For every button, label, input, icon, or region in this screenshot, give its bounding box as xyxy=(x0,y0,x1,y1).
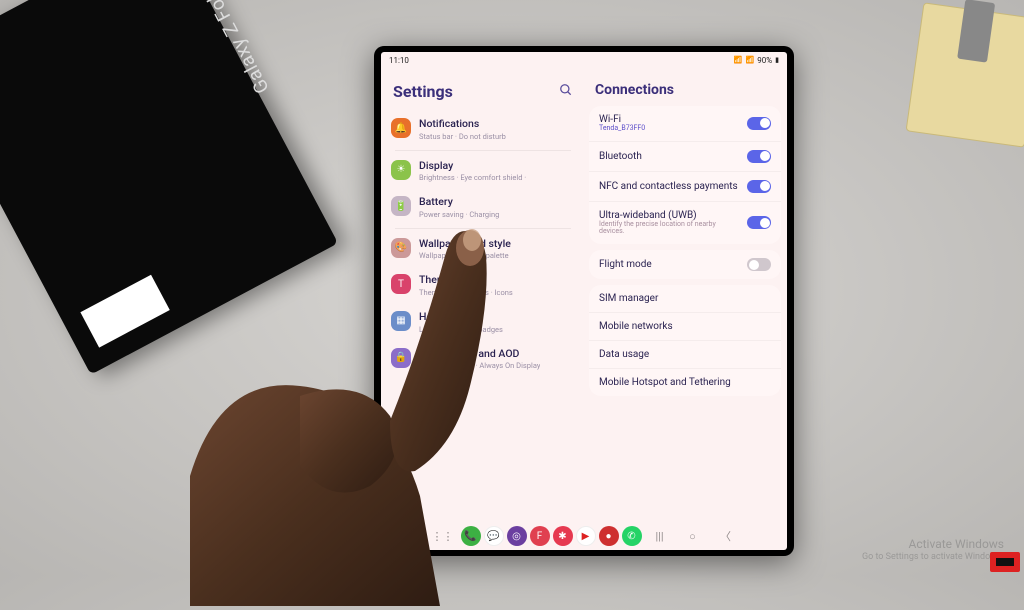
row-sub: Identify the precise location of nearby … xyxy=(599,221,739,236)
settings-pane: Settings 🔔 Notifications Status bar · Do… xyxy=(385,68,581,522)
rec-app-icon[interactable]: ● xyxy=(599,526,619,546)
settings-item-notifications[interactable]: 🔔 Notifications Status bar · Do not dist… xyxy=(385,111,581,148)
apps-drawer-icon[interactable]: ⋮⋮ xyxy=(428,530,458,543)
connections-card-3: SIM manager Mobile networks Data usage M… xyxy=(589,285,781,396)
status-time: 11:10 xyxy=(389,56,409,65)
item-title: Home screen xyxy=(419,311,503,324)
conn-bluetooth[interactable]: Bluetooth xyxy=(589,142,781,172)
wallpaper-icon: 🎨 xyxy=(391,238,411,258)
divider xyxy=(395,150,571,151)
connections-title: Connections xyxy=(587,68,783,106)
conn-data-usage[interactable]: Data usage xyxy=(589,341,781,369)
status-bar: 11:10 📶 📶 90% ▮ xyxy=(381,52,787,68)
youtube-app-icon[interactable]: ▶ xyxy=(576,526,596,546)
item-sub: Themes · Wallpapers · Icons xyxy=(419,288,513,297)
settings-item-homescreen[interactable]: ▦ Home screen Layout · App icon badges xyxy=(385,304,581,341)
messages-app-icon[interactable]: 💬 xyxy=(484,526,504,546)
conn-hotspot[interactable]: Mobile Hotspot and Tethering xyxy=(589,369,781,396)
recent-apps-button[interactable]: ||| xyxy=(645,530,675,543)
battery-icon: ▮ xyxy=(775,56,779,64)
whatsapp-app-icon[interactable]: ✆ xyxy=(622,526,642,546)
settings-item-battery[interactable]: 🔋 Battery Power saving · Charging xyxy=(385,189,581,226)
wooden-clamp xyxy=(906,2,1024,147)
battery-icon: 🔋 xyxy=(391,196,411,216)
conn-mobile-networks[interactable]: Mobile networks xyxy=(589,313,781,341)
item-title: Themes xyxy=(419,274,513,287)
back-button[interactable]: 〈 xyxy=(711,528,741,544)
home-icon: ▦ xyxy=(391,311,411,331)
row-sub: Tenda_B73FF0 xyxy=(599,125,739,133)
row-title: Bluetooth xyxy=(599,151,739,162)
themes-icon: T xyxy=(391,274,411,294)
settings-item-wallpaper[interactable]: 🎨 Wallpaper and style Wallpapers · Colou… xyxy=(385,231,581,268)
conn-sim[interactable]: SIM manager xyxy=(589,285,781,313)
product-box: Galaxy Z Fold6 xyxy=(0,0,338,375)
item-sub: Layout · App icon badges xyxy=(419,325,503,334)
connections-pane: Connections Wi-Fi Tenda_B73FF0 Bluetooth xyxy=(587,68,783,522)
connections-card-2: Flight mode xyxy=(589,250,781,279)
item-title: Battery xyxy=(419,196,499,209)
home-button[interactable]: ○ xyxy=(678,530,708,543)
watermark-line2: Go to Settings to activate Windows. xyxy=(862,552,1004,564)
watermark-line1: Activate Windows xyxy=(862,537,1004,553)
display-icon: ☀ xyxy=(391,160,411,180)
battery-text: 90% xyxy=(757,56,772,65)
item-sub: Status bar · Do not disturb xyxy=(419,132,506,141)
item-title: Wallpaper and style xyxy=(419,238,511,251)
wifi-toggle[interactable] xyxy=(747,117,771,130)
conn-flightmode[interactable]: Flight mode xyxy=(589,250,781,279)
row-title: NFC and contactless payments xyxy=(599,181,739,192)
wifi-icon: 📶 xyxy=(746,56,755,64)
row-title: SIM manager xyxy=(599,293,658,304)
item-sub: Brightness · Eye comfort shield · xyxy=(419,173,526,182)
uwb-toggle[interactable] xyxy=(747,216,771,229)
item-title: Display xyxy=(419,160,526,173)
item-sub: Wallpapers · Colour palette xyxy=(419,251,511,260)
conn-wifi[interactable]: Wi-Fi Tenda_B73FF0 xyxy=(589,106,781,142)
row-title: Flight mode xyxy=(599,259,739,270)
screen: 11:10 📶 📶 90% ▮ Settings 🔔 xyxy=(381,52,787,550)
nfc-toggle[interactable] xyxy=(747,180,771,193)
settings-item-themes[interactable]: T Themes Themes · Wallpapers · Icons xyxy=(385,267,581,304)
product-box-label: Galaxy Z Fold6 xyxy=(192,0,274,97)
divider xyxy=(395,228,571,229)
windows-watermark: Activate Windows Go to Settings to activ… xyxy=(862,537,1004,564)
item-sub: Screen lock type · Always On Display xyxy=(419,361,540,370)
notifications-icon: 🔔 xyxy=(391,118,411,138)
conn-uwb[interactable]: Ultra-wideband (UWB) Identify the precis… xyxy=(589,202,781,244)
channel-badge-icon xyxy=(990,552,1020,572)
connections-card-1: Wi-Fi Tenda_B73FF0 Bluetooth NFC and xyxy=(589,106,781,244)
browser-app-icon[interactable]: ◎ xyxy=(507,526,527,546)
row-title: Mobile networks xyxy=(599,321,673,332)
settings-item-lockscreen[interactable]: 🔒 Lock screen and AOD Screen lock type ·… xyxy=(385,341,581,378)
status-right: 📶 📶 90% ▮ xyxy=(734,56,779,65)
phone-app-icon[interactable]: 📞 xyxy=(461,526,481,546)
settings-title: Settings xyxy=(393,82,453,101)
item-title: Lock screen and AOD xyxy=(419,348,540,361)
barcode-icon xyxy=(80,275,169,348)
nav-bar: ⋮⋮ 📞 💬 ◎ F ✱ ▶ ● ✆ ||| ○ 〈 xyxy=(381,522,787,550)
flipboard-app-icon[interactable]: F xyxy=(530,526,550,546)
bluetooth-toggle[interactable] xyxy=(747,150,771,163)
gallery-app-icon[interactable]: ✱ xyxy=(553,526,573,546)
signal-icon: 📶 xyxy=(734,56,743,64)
settings-item-display[interactable]: ☀ Display Brightness · Eye comfort shiel… xyxy=(385,153,581,190)
lock-icon: 🔒 xyxy=(391,348,411,368)
search-icon[interactable] xyxy=(559,83,573,101)
clamp-metal-icon xyxy=(957,0,995,63)
flightmode-toggle[interactable] xyxy=(747,258,771,271)
item-sub: Power saving · Charging xyxy=(419,210,499,219)
item-title: Notifications xyxy=(419,118,506,131)
row-title: Data usage xyxy=(599,349,649,360)
conn-nfc[interactable]: NFC and contactless payments xyxy=(589,172,781,202)
row-title: Mobile Hotspot and Tethering xyxy=(599,377,731,388)
device-frame: 11:10 📶 📶 90% ▮ Settings 🔔 xyxy=(374,46,794,556)
